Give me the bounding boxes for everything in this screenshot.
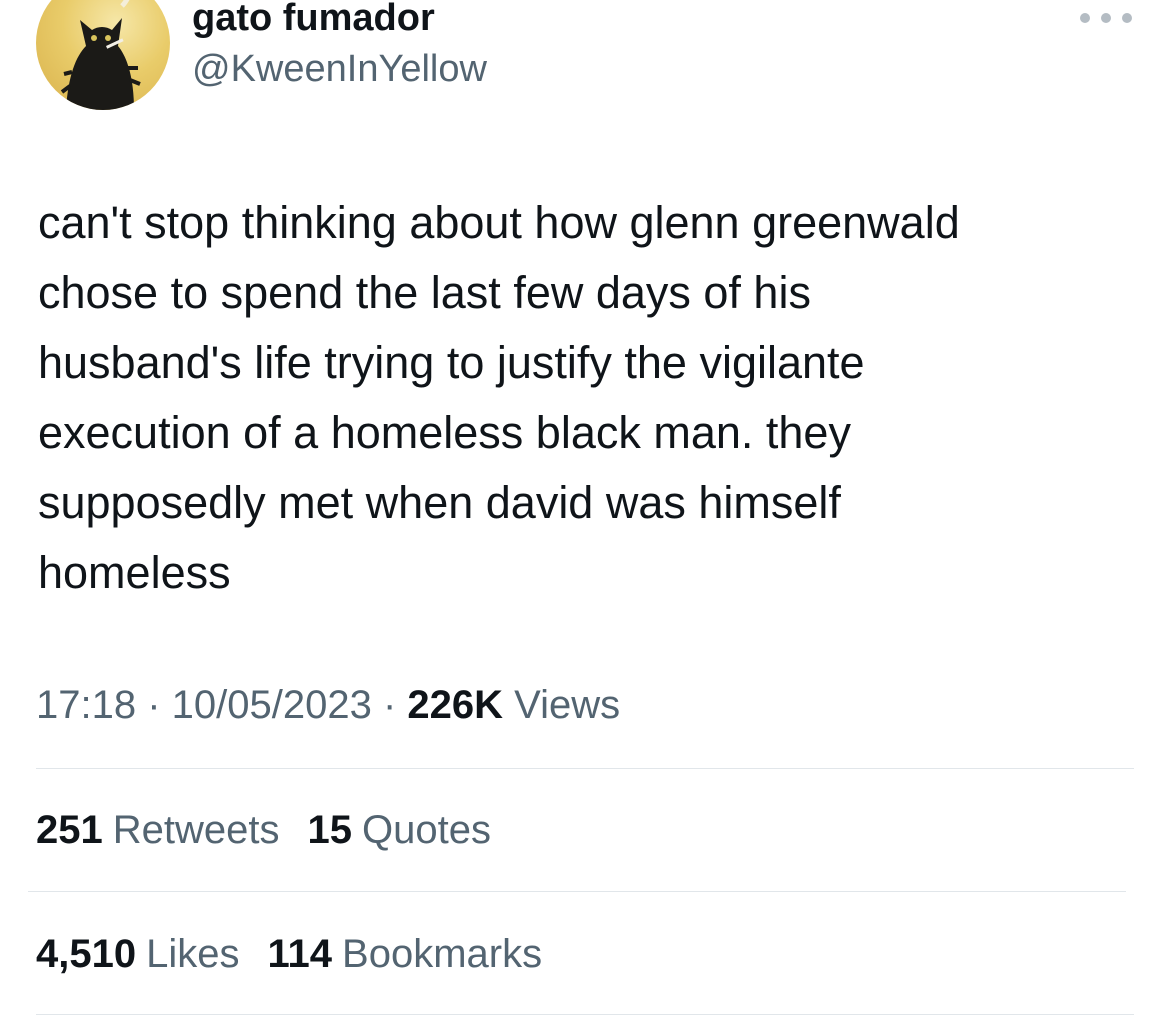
tweet-text-line: husband's life trying to justify the vig… [38,337,865,388]
tweet-meta: 17:18 · 10/05/2023 · 226K Views [36,681,620,729]
likes-stat[interactable]: 4,510 Likes [36,930,240,978]
stats-row-retweets-quotes: 251 Retweets 15 Quotes [36,806,519,854]
tweet-text: can't stop thinking about how glenn gree… [38,188,1138,608]
divider [36,1014,1134,1015]
bookmarks-stat[interactable]: 114 Bookmarks [268,930,543,978]
views-label: Views [514,683,621,727]
more-horizontal-icon [1080,13,1090,23]
divider [36,768,1134,769]
meta-separator: · [371,683,408,727]
stats-row-likes-bookmarks: 4,510 Likes 114 Bookmarks [36,930,570,978]
retweets-label: Retweets [112,808,280,852]
views-count: 226K [407,683,504,727]
user-handle[interactable]: @KweenInYellow [192,47,487,91]
tweet-text-line: can't stop thinking about how glenn gree… [38,197,960,248]
quotes-count: 15 [307,808,353,852]
bookmarks-label: Bookmarks [342,932,543,976]
divider [28,891,1126,892]
tweet-date[interactable]: 10/05/2023 [172,683,372,727]
retweets-stat[interactable]: 251 Retweets [36,806,280,854]
display-name[interactable]: gato fumador [192,0,435,40]
avatar[interactable] [36,0,170,110]
tweet-time[interactable]: 17:18 [36,683,136,727]
more-horizontal-icon-dot [1122,13,1132,23]
more-horizontal-icon-dot [1101,13,1111,23]
tweet-text-line: homeless [38,547,231,598]
retweets-count: 251 [36,808,103,852]
tweet-text-line: execution of a homeless black man. they [38,407,851,458]
likes-count: 4,510 [36,932,137,976]
likes-label: Likes [146,932,240,976]
more-options-button[interactable] [1080,6,1132,30]
meta-separator: · [136,683,172,727]
tweet-text-line: chose to spend the last few days of his [38,267,811,318]
black-cat-smoking-avatar-icon [60,0,141,110]
quotes-label: Quotes [362,808,491,852]
bookmarks-count: 114 [267,932,333,976]
tweet-text-line: supposedly met when david was himself [38,477,841,528]
quotes-stat[interactable]: 15 Quotes [308,806,491,854]
